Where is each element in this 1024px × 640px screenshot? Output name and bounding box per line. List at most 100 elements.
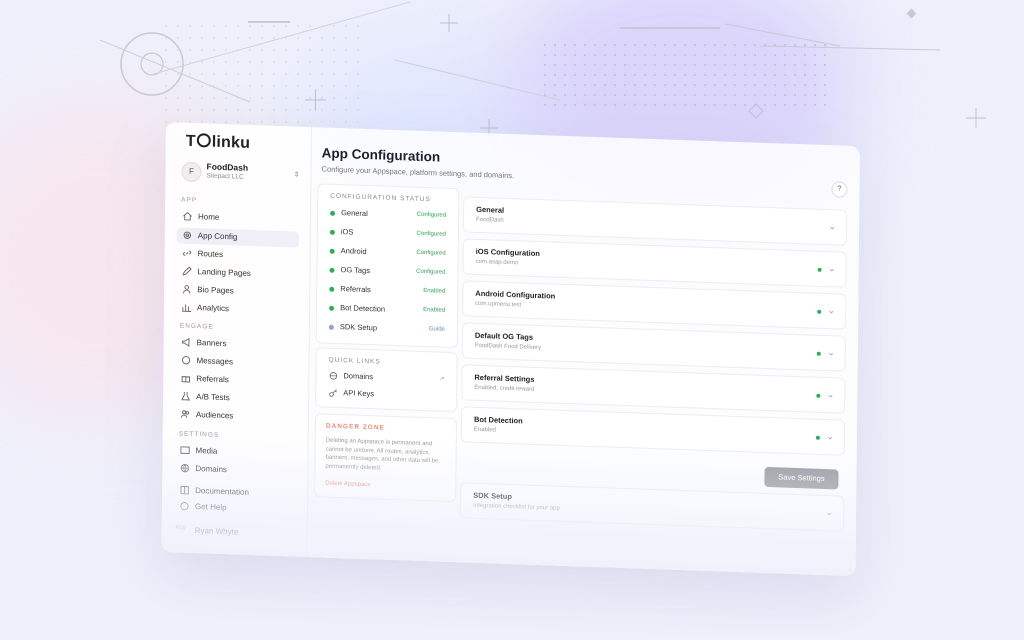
config-card-bot-detection[interactable]: Bot Detection Enabled ⌄ <box>460 406 846 456</box>
pencil-icon <box>182 266 192 276</box>
quick-link-api-keys[interactable]: API Keys <box>328 386 444 404</box>
status-row-referrals[interactable]: Referrals Enabled <box>329 283 445 301</box>
status-row-general[interactable]: General Configured <box>330 207 446 225</box>
sidebar-item-referrals[interactable]: Referrals <box>175 370 297 390</box>
chevron-down-icon: ⌄ <box>827 347 835 358</box>
config-card-ios[interactable]: iOS Configuration com.asap.demo ⌄ <box>462 238 847 288</box>
workspace-switcher[interactable]: F FoodDash Sitepact LLC ⇕ <box>181 159 300 187</box>
status-dot <box>329 267 335 273</box>
gift-icon <box>181 376 190 383</box>
chevron-updown-icon: ⇕ <box>293 171 300 179</box>
status-label: iOS <box>340 227 354 237</box>
image-icon <box>180 446 190 455</box>
logo-text: T <box>185 132 196 151</box>
card-subtitle: Enabled <box>473 426 496 434</box>
sidebar-item-label: Referrals <box>196 374 229 385</box>
card-subtitle: com.upmenu.test <box>475 300 522 309</box>
config-card-sdk-setup[interactable]: SDK Setup Integration checklist for your… <box>459 482 845 532</box>
chevron-down-icon: ⌄ <box>828 221 837 232</box>
sidebar-item-label: Media <box>195 446 218 456</box>
status-badge: Configured <box>416 230 446 238</box>
sidebar-item-label: Home <box>197 212 220 222</box>
status-dot <box>329 305 335 311</box>
user-icon <box>183 285 191 294</box>
sidebar-item-label: Messages <box>196 356 234 367</box>
sidebar-item-label: A/B Tests <box>196 392 230 403</box>
section-label-engage: ENGAGE <box>179 322 214 331</box>
config-card-referrals[interactable]: Referral Settings Enabled, credit reward… <box>461 364 846 414</box>
sidebar-item-audiences[interactable]: Audiences <box>175 406 297 426</box>
sidebar: Tlinku F FoodDash Sitepact LLC ⇕ APP Hom… <box>161 122 312 557</box>
sidebar-item-routes[interactable]: Routes <box>177 245 299 265</box>
logo[interactable]: Tlinku <box>186 133 251 153</box>
sidebar-item-landing-pages[interactable]: Landing Pages <box>176 263 298 283</box>
sidebar-item-label: App Config <box>197 231 238 242</box>
card-title: SDK Setup <box>473 490 512 502</box>
sidebar-item-label: Documentation <box>195 486 250 497</box>
section-label-app: APP <box>181 196 198 205</box>
danger-zone-panel: DANGER ZONE Deleting an Appspace is perm… <box>314 413 457 503</box>
card-title: Referral Settings <box>474 372 535 384</box>
logo-text: linku <box>211 133 251 152</box>
save-settings-button[interactable]: Save Settings <box>764 466 839 490</box>
user-menu[interactable]: RW Ryan Whyte <box>174 522 296 542</box>
delete-appspace-button[interactable]: Delete Appspace <box>325 481 370 489</box>
status-dot <box>816 393 821 398</box>
sidebar-item-ab-tests[interactable]: A/B Tests <box>175 388 297 408</box>
status-dot <box>817 309 822 314</box>
status-row-og-tags[interactable]: OG Tags Configured <box>329 264 446 282</box>
chevron-down-icon: ⌄ <box>826 431 834 442</box>
users-icon <box>180 410 190 418</box>
status-label: OG Tags <box>340 265 371 276</box>
key-icon <box>329 389 337 397</box>
status-badge: Enabled <box>423 306 446 314</box>
sidebar-item-get-help[interactable]: Get Help <box>174 498 296 518</box>
logo-mark-icon <box>196 133 211 148</box>
book-icon <box>180 485 189 495</box>
sidebar-item-home[interactable]: Home <box>177 208 299 228</box>
status-row-bot-detection[interactable]: Bot Detection Enabled <box>329 302 445 320</box>
sidebar-item-analytics[interactable]: Analytics <box>176 299 298 319</box>
chevron-down-icon: ⌄ <box>828 263 836 274</box>
flask-icon <box>181 392 190 401</box>
status-label: Android <box>340 246 367 257</box>
status-badge: Guide <box>428 326 445 333</box>
sidebar-item-domains[interactable]: Domains <box>174 460 296 480</box>
status-dot <box>329 248 335 254</box>
workspace-avatar: F <box>181 161 202 183</box>
config-card-android[interactable]: Android Configuration com.upmenu.test ⌄ <box>462 280 847 330</box>
status-badge: Configured <box>416 211 447 219</box>
sidebar-item-label: Get Help <box>194 502 227 513</box>
status-badge: Configured <box>416 268 446 276</box>
help-icon <box>180 502 189 511</box>
config-card-og-tags[interactable]: Default OG Tags FoodDash Food Delivery ⌄ <box>461 322 846 372</box>
megaphone-icon <box>182 337 190 347</box>
sidebar-item-label: Landing Pages <box>197 267 251 278</box>
panel-title: CONFIGURATION STATUS <box>330 192 431 204</box>
configuration-status-panel: CONFIGURATION STATUS General Configured … <box>315 183 460 349</box>
status-row-android[interactable]: Android Configured <box>329 245 446 263</box>
card-title: iOS Configuration <box>475 246 540 259</box>
status-row-ios[interactable]: iOS Configured <box>329 226 446 244</box>
app-window: Tlinku F FoodDash Sitepact LLC ⇕ APP Hom… <box>161 122 860 577</box>
sidebar-item-bio-pages[interactable]: Bio Pages <box>176 281 298 301</box>
config-card-general[interactable]: General FoodDash ⌄ <box>462 196 848 246</box>
card-title: Default OG Tags <box>474 330 534 342</box>
status-label: General <box>341 208 368 219</box>
workspace-name: FoodDash <box>206 161 249 173</box>
status-dot <box>817 267 822 272</box>
page-subtitle: Configure your Appspace, platform settin… <box>321 164 515 181</box>
help-button[interactable]: ? <box>831 181 848 198</box>
sidebar-item-messages[interactable]: Messages <box>175 352 297 372</box>
user-initials: RW <box>175 525 186 532</box>
sidebar-item-media[interactable]: Media <box>174 442 296 462</box>
card-title: Android Configuration <box>475 288 556 301</box>
card-title: General <box>476 204 505 215</box>
sidebar-item-label: Analytics <box>197 303 230 314</box>
quick-link-domains[interactable]: Domains ↗ <box>328 369 444 387</box>
page-title: App Configuration <box>321 145 441 165</box>
status-row-sdk-setup[interactable]: SDK Setup Guide <box>328 321 445 339</box>
workspace-org: Sitepact LLC <box>206 172 244 181</box>
sidebar-item-app-config[interactable]: App Config <box>176 227 299 248</box>
sidebar-item-banners[interactable]: Banners <box>176 334 298 354</box>
